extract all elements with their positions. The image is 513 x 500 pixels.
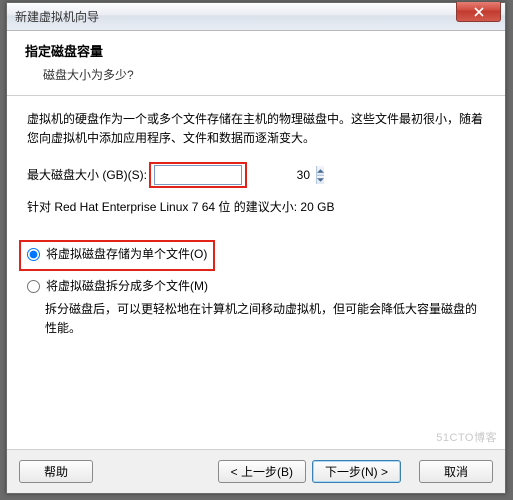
disk-size-spinner[interactable] <box>154 165 242 185</box>
recommended-size-text: 针对 Red Hat Enterprise Linux 7 64 位 的建议大小… <box>27 198 485 217</box>
spinner-down[interactable] <box>317 176 324 185</box>
split-description: 拆分磁盘后，可以更轻松地在计算机之间移动虚拟机，但可能会降低大容量磁盘的性能。 <box>45 300 485 337</box>
chevron-up-icon <box>317 169 324 173</box>
page-title: 指定磁盘容量 <box>25 41 487 60</box>
intro-text: 虚拟机的硬盘作为一个或多个文件存储在主机的物理磁盘中。这些文件最初很小，随着您向… <box>27 110 485 148</box>
disk-size-row: 最大磁盘大小 (GB)(S): <box>27 162 485 188</box>
spinner-buttons <box>316 166 324 184</box>
radio-split-label: 将虚拟磁盘拆分成多个文件(M) <box>46 277 208 296</box>
wizard-content: 虚拟机的硬盘作为一个或多个文件存储在主机的物理磁盘中。这些文件最初很小，随着您向… <box>7 96 505 337</box>
wizard-footer: 帮助 < 上一步(B) 下一步(N) > 取消 <box>7 449 505 493</box>
close-icon <box>474 7 484 17</box>
chevron-down-icon <box>317 178 324 182</box>
close-button[interactable] <box>456 2 501 22</box>
radio-single-highlight: 将虚拟磁盘存储为单个文件(O) <box>19 240 215 271</box>
wizard-window: 新建虚拟机向导 指定磁盘容量 磁盘大小为多少? 虚拟机的硬盘作为一个或多个文件存… <box>6 2 506 494</box>
radio-split-files[interactable]: 将虚拟磁盘拆分成多个文件(M) <box>27 277 485 296</box>
next-button[interactable]: 下一步(N) > <box>312 460 401 483</box>
wizard-header: 指定磁盘容量 磁盘大小为多少? <box>7 31 505 96</box>
disk-size-highlight <box>149 162 247 188</box>
titlebar: 新建虚拟机向导 <box>7 3 505 31</box>
radio-split-input[interactable] <box>27 280 40 293</box>
cancel-button[interactable]: 取消 <box>419 460 493 483</box>
disk-size-label: 最大磁盘大小 (GB)(S): <box>27 166 147 185</box>
radio-single-label: 将虚拟磁盘存储为单个文件(O) <box>46 245 207 264</box>
radio-single-input[interactable] <box>27 248 40 261</box>
window-title: 新建虚拟机向导 <box>15 8 99 25</box>
watermark: 51CTO博客 <box>436 429 497 445</box>
help-button[interactable]: 帮助 <box>19 460 93 483</box>
disk-size-input[interactable] <box>155 166 316 184</box>
page-subtitle: 磁盘大小为多少? <box>43 66 487 83</box>
back-button[interactable]: < 上一步(B) <box>218 460 306 483</box>
spinner-up[interactable] <box>317 166 324 176</box>
radio-single-file[interactable]: 将虚拟磁盘存储为单个文件(O) <box>27 245 207 264</box>
